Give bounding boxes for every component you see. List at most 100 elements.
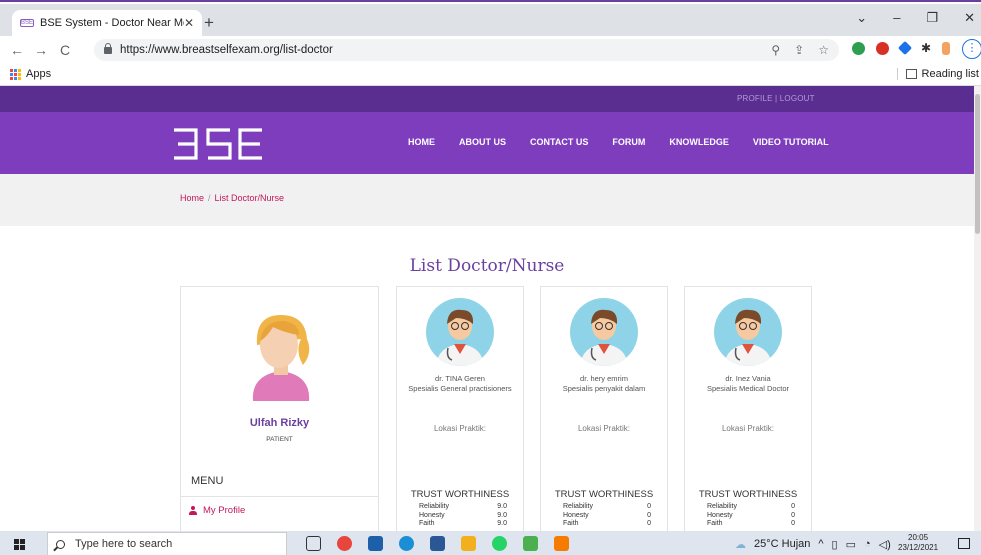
- edge-icon[interactable]: [399, 536, 414, 551]
- tab-search-icon[interactable]: ⌄: [856, 10, 867, 26]
- store-icon[interactable]: [368, 536, 383, 551]
- doctor-avatar: [570, 298, 638, 366]
- bse-logo[interactable]: [172, 127, 264, 161]
- breadcrumb: Home / List Doctor/Nurse: [0, 174, 974, 226]
- nav-home[interactable]: HOME: [408, 137, 435, 147]
- browser-tab[interactable]: BSE BSE System - Doctor Near Me ✕: [12, 10, 202, 36]
- doctor-name: dr. hery emrim: [580, 374, 628, 383]
- restore-button[interactable]: ❐: [926, 10, 938, 26]
- close-window-button[interactable]: ✕: [964, 10, 975, 26]
- score-label: Reliability: [563, 503, 593, 510]
- score-value: 9.0: [497, 520, 507, 528]
- task-view-icon[interactable]: [306, 536, 321, 551]
- nav-about-us[interactable]: ABOUT US: [459, 137, 506, 147]
- practice-location: Lokasi Praktik:: [577, 424, 631, 433]
- menu-heading: MENU: [191, 475, 224, 487]
- doctor-card[interactable]: dr. TINA Geren Spesialis General practis…: [396, 286, 524, 531]
- nav-knowledge[interactable]: KNOWLEDGE: [669, 137, 729, 147]
- photos-icon[interactable]: [523, 536, 538, 551]
- tab-title: BSE System - Doctor Near Me: [40, 17, 184, 29]
- doctor-specialty: Spesialis penyakit dalam: [562, 384, 646, 393]
- nav-forum[interactable]: FORUM: [612, 137, 645, 147]
- notification-icon[interactable]: [958, 538, 970, 549]
- reload-button[interactable]: C: [58, 42, 72, 58]
- close-tab-icon[interactable]: ✕: [184, 16, 194, 30]
- weather-text[interactable]: 25°C Hujan: [754, 538, 810, 550]
- patient-avatar: [252, 315, 310, 401]
- window-controls: ⌄ – ❐ ✕: [856, 10, 975, 26]
- menu-item-my-profile[interactable]: My Profile: [189, 505, 245, 516]
- browser-menu-icon[interactable]: ⋮: [962, 39, 981, 59]
- trust-scores: Reliability 9.0 Honesty 9.0 Faith 9.0: [419, 503, 507, 529]
- practice-location: Lokasi Praktik:: [721, 424, 775, 433]
- extensions-area: ✱: [852, 40, 951, 56]
- doctor-specialty: Spesialis General practisioners: [408, 384, 512, 393]
- address-bar[interactable]: https://www.breastselfexam.org/list-doct…: [94, 39, 839, 61]
- site-favicon-icon: BSE: [20, 19, 34, 27]
- meet-icon[interactable]: ▯: [832, 538, 838, 551]
- screen: BSE BSE System - Doctor Near Me ✕ + ⌄ – …: [0, 0, 981, 555]
- show-hidden-icons-icon[interactable]: ^: [818, 538, 823, 550]
- doctor-name: dr. TINA Geren: [435, 374, 485, 383]
- score-label: Honesty: [563, 511, 589, 519]
- adblock-icon[interactable]: [876, 41, 889, 55]
- score-value: 0: [647, 503, 651, 510]
- lock-icon[interactable]: [104, 42, 112, 54]
- battery-icon[interactable]: ▭: [846, 538, 856, 551]
- score-value: 0: [647, 520, 651, 528]
- reading-list-button[interactable]: Reading list: [896, 68, 979, 80]
- extension-icon[interactable]: [897, 40, 913, 56]
- reading-list-label: Reading list: [921, 68, 979, 80]
- trust-heading: TRUST WORTHINESS: [554, 489, 654, 500]
- doctor-icon: [580, 309, 628, 366]
- scrollbar-thumb[interactable]: [975, 94, 980, 234]
- trust-scores: Reliability 0 Honesty 0 Faith 0: [707, 503, 795, 529]
- whatsapp-icon[interactable]: [492, 536, 507, 551]
- file-explorer-icon[interactable]: [461, 536, 476, 551]
- search-icon: [56, 539, 65, 549]
- back-button[interactable]: ←: [10, 42, 24, 58]
- new-tab-button[interactable]: +: [204, 13, 214, 33]
- taskbar-search-box[interactable]: Type here to search: [47, 532, 287, 555]
- score-label: Faith: [563, 520, 579, 528]
- network-icon[interactable]: ◔: [864, 538, 871, 550]
- app-icon[interactable]: [554, 536, 569, 551]
- nav-contact-us[interactable]: CONTACT US: [530, 137, 588, 147]
- page-scrollbar[interactable]: [974, 86, 981, 531]
- share-icon[interactable]: ⇪: [794, 43, 804, 57]
- minimize-button[interactable]: –: [893, 10, 900, 26]
- apps-shortcut[interactable]: Apps: [10, 68, 51, 80]
- apps-grid-icon: [10, 68, 21, 80]
- system-tray: ☁ 25°C Hujan ^ ▯ ▭ ◔ ◁): [735, 531, 891, 555]
- forward-button[interactable]: →: [34, 42, 48, 58]
- breadcrumb-home[interactable]: Home: [180, 193, 204, 203]
- browser-toolbar: ← → C https://www.breastselfexam.org/lis…: [0, 36, 981, 64]
- page-title: List Doctor/Nurse: [409, 256, 565, 276]
- windows-taskbar: Type here to search ☁ 25°C Hujan ^ ▯ ▭ ◔…: [0, 531, 981, 555]
- bookmark-star-icon[interactable]: ☆: [818, 43, 829, 57]
- doctor-card[interactable]: dr. hery emrim Spesialis penyakit dalam …: [540, 286, 668, 531]
- account-links[interactable]: PROFILE | LOGOUT: [737, 94, 815, 103]
- puzzle-icon[interactable]: ✱: [921, 41, 931, 55]
- zoom-icon[interactable]: ⚲: [771, 43, 780, 57]
- url-text: https://www.breastselfexam.org/list-doct…: [120, 44, 333, 56]
- doctor-card[interactable]: dr. Inez Vania Spesialis Medical Doctor …: [684, 286, 812, 531]
- patient-name[interactable]: Ulfah Rizky: [181, 417, 378, 429]
- taskbar-pinned-apps: [306, 536, 569, 551]
- word-icon[interactable]: [430, 536, 445, 551]
- score-value: 0: [647, 511, 651, 519]
- chrome-icon[interactable]: [337, 536, 352, 551]
- score-label: Honesty: [419, 511, 445, 519]
- menu-item-label: My Profile: [203, 505, 246, 516]
- score-value: 9.0: [497, 511, 507, 519]
- score-value: 0: [791, 503, 795, 510]
- tab-strip: BSE BSE System - Doctor Near Me ✕ + ⌄ – …: [0, 4, 981, 36]
- volume-icon[interactable]: ◁): [879, 538, 891, 551]
- patient-role: PATIENT: [266, 436, 293, 443]
- doctor-specialty: Spesialis Medical Doctor: [706, 384, 790, 393]
- extension-icon[interactable]: [852, 41, 865, 55]
- profile-icon[interactable]: [942, 41, 951, 55]
- nav-video-tutorial[interactable]: VIDEO TUTORIAL: [753, 137, 829, 147]
- windows-start-icon[interactable]: [14, 538, 25, 550]
- taskbar-clock[interactable]: 20:05 23/12/2021: [898, 533, 938, 553]
